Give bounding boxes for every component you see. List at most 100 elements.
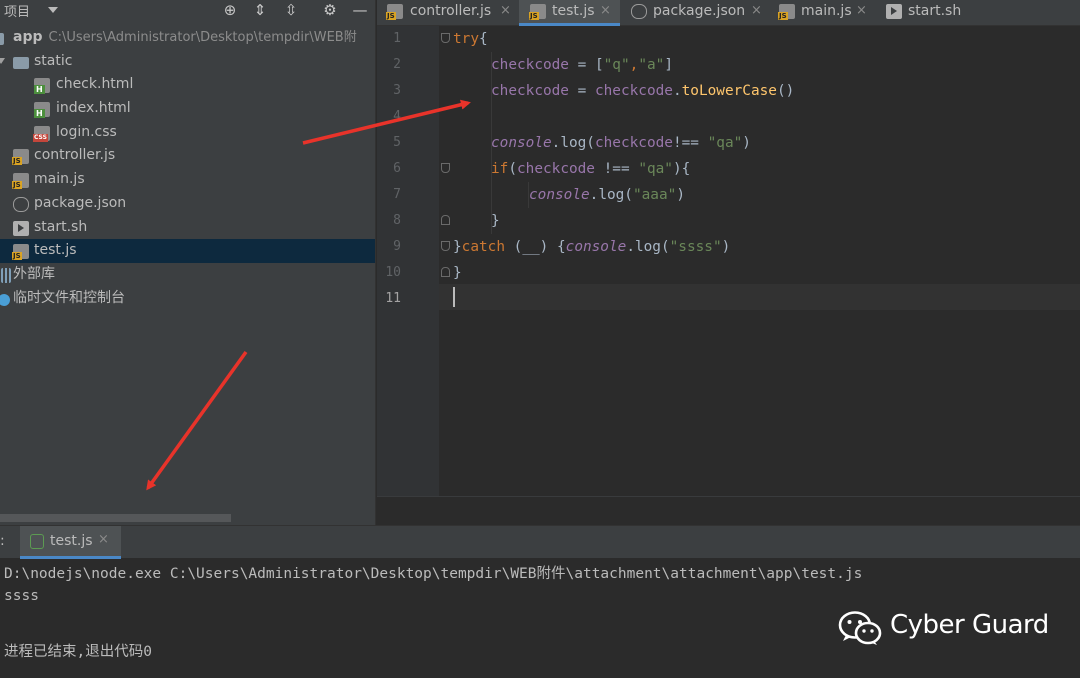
code-token: console <box>491 135 552 151</box>
close-icon[interactable]: × <box>856 0 867 22</box>
code-token: checkcode <box>491 83 569 99</box>
js-file-icon <box>12 173 29 190</box>
tree-item-controller-js[interactable]: controller.js <box>0 144 375 168</box>
tree-item-index-html[interactable]: index.html <box>0 97 375 121</box>
folder-icon <box>13 56 29 69</box>
text-cursor <box>453 287 455 307</box>
wechat-icon <box>838 611 882 645</box>
code-token: .log( <box>626 239 670 255</box>
library-icon <box>1 267 11 283</box>
locate-icon[interactable]: ⊕ <box>220 1 240 19</box>
code-token: (__) { <box>505 239 566 255</box>
tree-item-external-libraries[interactable]: 外部库 <box>0 263 375 287</box>
tree-item-label: static <box>34 52 73 69</box>
html-file-icon <box>34 102 50 119</box>
tab-start-sh[interactable]: start.sh <box>875 0 995 26</box>
tree-item-label: login.css <box>56 123 117 140</box>
code-line-10: } <box>453 260 462 286</box>
line-number: 6 <box>393 161 401 176</box>
horizontal-scrollbar[interactable] <box>0 514 231 522</box>
project-panel-title[interactable]: 项目 <box>4 1 30 20</box>
tree-item-start-sh[interactable]: start.sh <box>0 216 375 240</box>
line-number: 3 <box>393 83 401 98</box>
close-icon[interactable]: × <box>500 0 511 22</box>
code-token: "q" <box>603 57 630 73</box>
fold-marker-icon[interactable] <box>441 241 450 251</box>
code-token: , <box>629 57 639 73</box>
line-number: 7 <box>393 187 401 202</box>
tab-controller-js[interactable]: controller.js × <box>377 0 519 26</box>
gear-icon[interactable]: ⚙ <box>320 1 340 19</box>
tab-test-js[interactable]: test.js × <box>519 0 620 26</box>
tree-item-package-json[interactable]: package.json <box>0 192 375 216</box>
watermark: Cyber Guard <box>836 606 1056 652</box>
close-icon[interactable]: × <box>600 0 611 22</box>
tree-item-login-css[interactable]: login.css <box>0 121 375 145</box>
shell-file-icon <box>886 4 902 19</box>
close-icon[interactable]: × <box>751 0 762 22</box>
code-token: ) <box>721 239 731 255</box>
tree-item-app[interactable]: app C:\Users\Administrator\Desktop\tempdi… <box>0 26 375 50</box>
project-tree: app C:\Users\Administrator\Desktop\tempdi… <box>0 26 375 311</box>
code-token: { <box>479 31 488 47</box>
code-token: "ssss" <box>669 239 722 255</box>
line-number: 11 <box>385 291 401 306</box>
code-editor: controller.js × test.js × package.json ×… <box>377 0 1080 525</box>
tab-label: main.js <box>801 3 852 19</box>
scratch-icon <box>0 293 10 306</box>
tab-main-js[interactable]: main.js × <box>775 0 875 26</box>
code-token: } <box>453 239 462 255</box>
code-token: ) <box>676 187 685 203</box>
fold-marker-icon[interactable] <box>441 33 450 43</box>
chevron-down-icon[interactable] <box>0 57 5 64</box>
code-token: "qa" <box>707 135 743 151</box>
tab-label: controller.js <box>410 3 492 19</box>
chevron-down-icon[interactable] <box>48 7 58 13</box>
tab-label: package.json <box>653 3 746 19</box>
code-token: ) <box>742 135 751 151</box>
tree-item-main-js[interactable]: main.js <box>0 168 375 192</box>
console-output-line: 进程已结束,退出代码0 <box>4 644 152 660</box>
console-output-line: D:\nodejs\node.exe C:\Users\Administrato… <box>4 566 863 582</box>
code-token: try <box>453 31 479 47</box>
fold-marker-icon[interactable] <box>441 163 450 173</box>
code-area[interactable]: try{ checkcode = ["q","a"] checkcode = c… <box>439 26 1080 496</box>
line-number: 5 <box>393 135 401 150</box>
fold-marker-icon[interactable] <box>441 215 450 225</box>
close-icon[interactable]: × <box>98 532 109 547</box>
editor-tab-bar: controller.js × test.js × package.json ×… <box>377 0 1080 26</box>
code-token: "aaa" <box>632 187 677 203</box>
code-line-9: }catch (__) {console.log("ssss") <box>453 234 730 260</box>
tree-item-test-js[interactable]: test.js <box>0 239 375 263</box>
tree-item-label: index.html <box>56 100 131 117</box>
tab-package-json[interactable]: package.json × <box>620 0 775 26</box>
expand-all-icon[interactable]: ⇕ <box>250 1 270 19</box>
code-line-1: try{ <box>453 26 488 52</box>
folder-icon <box>0 33 4 45</box>
line-number: 2 <box>393 57 401 72</box>
shell-file-icon <box>13 220 29 236</box>
line-number: 8 <box>393 213 401 228</box>
code-token: .log( <box>551 135 595 151</box>
tree-item-label: package.json <box>34 194 127 211</box>
collapse-all-icon[interactable]: ⇳ <box>281 1 301 19</box>
js-file-icon <box>12 244 29 261</box>
code-token: !== <box>594 161 639 177</box>
tab-run-test-js[interactable]: test.js × <box>20 526 121 559</box>
tree-item-check-html[interactable]: check.html <box>0 73 375 97</box>
code-token: console <box>529 187 590 203</box>
json-file-icon <box>13 196 29 212</box>
fold-marker-icon[interactable] <box>441 267 450 277</box>
line-number: 1 <box>393 31 401 46</box>
tab-label: test.js <box>50 533 93 549</box>
tree-item-label: controller.js <box>34 147 116 164</box>
code-token: ( <box>508 161 517 177</box>
project-panel: 项目 ⊕ ⇕ ⇳ ⚙ — app C:\Users\Administrator\D… <box>0 0 376 525</box>
tree-item-label: 外部库 <box>13 265 55 282</box>
tree-item-scratches[interactable]: 临时文件和控制台 <box>0 287 375 311</box>
tree-item-label: 临时文件和控制台 <box>13 289 125 306</box>
current-line-highlight <box>439 284 1080 310</box>
tree-item-static[interactable]: static <box>0 50 375 74</box>
code-line-5: console.log(checkcode!== "qa") <box>491 130 751 156</box>
minimize-icon[interactable]: — <box>350 1 370 19</box>
